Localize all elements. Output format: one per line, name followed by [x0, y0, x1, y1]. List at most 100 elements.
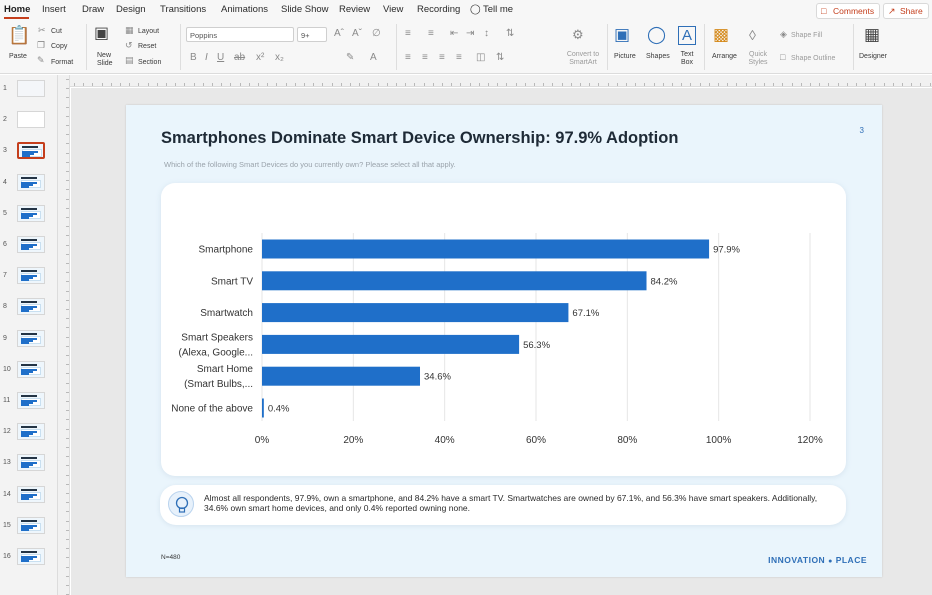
share-button[interactable]: ↗ Share [883, 3, 929, 19]
slide-thumbnail[interactable] [17, 298, 45, 316]
slide-subtitle[interactable]: Which of the following Smart Devices do … [164, 160, 456, 169]
cut-button[interactable]: Cut [51, 28, 62, 35]
section-button[interactable]: Section [138, 59, 161, 66]
slide-thumbnail[interactable] [17, 548, 45, 565]
reset-icon[interactable]: ↺ [125, 41, 133, 50]
subscript-icon[interactable]: x₂ [275, 53, 284, 63]
quick-styles-button[interactable]: Quick Styles [746, 51, 770, 67]
slide-title[interactable]: Smartphones Dominate Smart Device Owners… [161, 129, 678, 148]
tab-slide-show[interactable]: Slide Show [281, 4, 329, 15]
ruler-tick [66, 171, 69, 172]
slide-thumbnail[interactable] [17, 267, 45, 285]
decrease-indent-icon[interactable]: ⇤ [450, 29, 458, 39]
ruler-tick [920, 83, 922, 86]
bullets-icon[interactable]: ≡ [405, 29, 411, 39]
copy-button[interactable]: Copy [51, 43, 67, 50]
increase-indent-icon[interactable]: ⇥ [466, 29, 474, 39]
designer-icon[interactable]: ▦ [864, 26, 880, 43]
comments-button[interactable]: □ Comments [816, 3, 881, 19]
tell-me-search[interactable]: Tell me [483, 4, 513, 15]
arrange-button[interactable]: Arrange [712, 53, 737, 60]
tab-review[interactable]: Review [339, 4, 370, 15]
align-left-icon[interactable]: ≡ [405, 53, 411, 63]
slide-thumbnail[interactable] [17, 111, 45, 129]
ruler-tick [66, 318, 69, 320]
slide-thumbnail[interactable] [17, 516, 45, 534]
slide-thumbnail[interactable] [17, 204, 45, 222]
clear-format-icon[interactable]: ∅ [372, 29, 381, 39]
line-spacing-icon[interactable]: ↕ [484, 29, 489, 39]
ruler-tick [543, 83, 545, 86]
slide-thumbnail[interactable] [17, 329, 45, 347]
reset-button[interactable]: Reset [138, 43, 156, 50]
font-size-select[interactable]: 9+ [297, 27, 327, 42]
align-text-icon[interactable]: ⇅ [496, 53, 504, 63]
insight-card[interactable]: Almost all respondents, 97.9%, own a sma… [160, 485, 846, 525]
insight-text[interactable]: Almost all respondents, 97.9%, own a sma… [204, 493, 824, 513]
increase-font-icon[interactable]: Aˆ [334, 29, 344, 39]
align-center-icon[interactable]: ≡ [422, 53, 428, 63]
shapes-button[interactable]: Shapes [646, 53, 670, 60]
superscript-icon[interactable]: x² [256, 53, 264, 63]
paste-icon[interactable]: 📋 [8, 26, 30, 44]
copy-icon[interactable]: ❐ [37, 41, 45, 50]
tab-recording[interactable]: Recording [417, 4, 460, 15]
arrange-icon[interactable]: ▩ [713, 26, 729, 43]
decrease-font-icon[interactable]: Aˇ [352, 29, 362, 39]
text-box-button[interactable]: Text Box [678, 51, 696, 67]
shape-outline-icon[interactable]: □ [780, 53, 785, 62]
align-right-icon[interactable]: ≡ [439, 53, 445, 63]
slide-thumbnail[interactable] [17, 392, 45, 409]
font-color-icon[interactable]: A [370, 53, 377, 63]
slide-thumbnail[interactable] [17, 80, 45, 97]
picture-button[interactable]: Picture [614, 53, 636, 60]
slide-thumbnail[interactable] [17, 360, 45, 378]
tab-draw[interactable]: Draw [82, 4, 104, 15]
tab-transitions[interactable]: Transitions [160, 4, 206, 15]
italic-icon[interactable]: I [205, 53, 208, 63]
convert-smartart-button[interactable]: Convert to SmartArt [563, 51, 603, 67]
strikethrough-icon[interactable]: ab [234, 53, 245, 63]
bold-icon[interactable]: B [190, 53, 197, 63]
designer-button[interactable]: Designer [859, 53, 887, 60]
cut-icon[interactable]: ✂ [38, 26, 46, 35]
tab-design[interactable]: Design [116, 4, 146, 15]
thumbnail-bar [21, 372, 29, 375]
tab-view[interactable]: View [383, 4, 403, 15]
highlight-icon[interactable]: ✎ [346, 53, 354, 63]
tab-animations[interactable]: Animations [221, 4, 268, 15]
picture-icon[interactable]: ▣ [614, 26, 630, 43]
shape-outline-button[interactable]: Shape Outline [791, 55, 835, 62]
format-painter-icon[interactable]: ✎ [37, 56, 45, 65]
section-icon[interactable]: ▤ [125, 56, 134, 65]
numbering-icon[interactable]: ≡ [428, 29, 434, 39]
tab-insert[interactable]: Insert [42, 4, 66, 15]
new-slide-icon[interactable]: ▣ [94, 26, 109, 42]
slide-thumbnail[interactable] [17, 173, 45, 191]
layout-button[interactable]: Layout [138, 28, 159, 35]
shape-fill-icon[interactable]: ◈ [780, 30, 787, 39]
slide-thumbnail[interactable] [17, 423, 45, 441]
slide[interactable]: Smartphones Dominate Smart Device Owners… [126, 105, 882, 577]
new-slide-button[interactable]: New Slide [97, 52, 117, 68]
slide-thumbnail[interactable] [17, 236, 45, 253]
tab-home[interactable]: Home [4, 4, 30, 15]
layout-icon[interactable]: ▦ [125, 26, 134, 35]
font-name-select[interactable]: Poppins [186, 27, 294, 42]
shapes-icon[interactable]: ◯ [647, 26, 666, 43]
shape-fill-button[interactable]: Shape Fill [791, 32, 822, 39]
slide-thumbnail[interactable] [17, 454, 45, 472]
slide-thumbnail[interactable] [17, 485, 45, 503]
justify-icon[interactable]: ≡ [456, 53, 462, 63]
text-direction-icon[interactable]: ⇅ [506, 29, 514, 39]
quick-styles-icon[interactable]: ◊ [749, 28, 756, 42]
columns-icon[interactable]: ◫ [476, 53, 485, 63]
paste-label[interactable]: Paste [9, 53, 27, 60]
format-painter-button[interactable]: Format [51, 59, 73, 66]
text-box-icon[interactable]: A [678, 26, 697, 45]
chart-card[interactable]: 0% 20% 40% 60% 80% 100% 120% 97.9% Smartphone 84.… [161, 183, 846, 476]
ruler-tick [515, 83, 517, 86]
underline-icon[interactable]: U [217, 53, 224, 63]
smartart-icon[interactable]: ⚙ [572, 28, 584, 41]
slide-thumbnail[interactable] [17, 142, 45, 160]
